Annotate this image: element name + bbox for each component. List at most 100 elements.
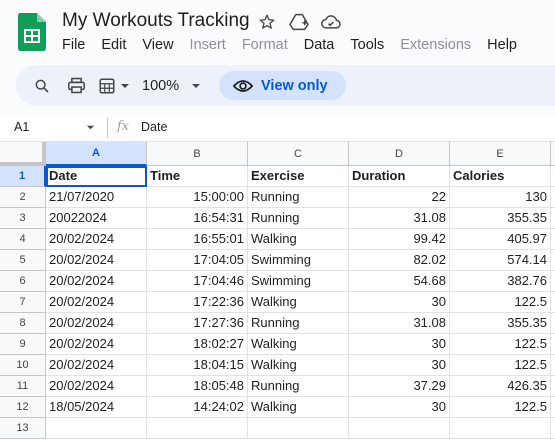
column-header-a[interactable]: A — [46, 142, 147, 166]
cell-f6[interactable] — [551, 271, 555, 292]
cell-e2[interactable]: 130 — [450, 187, 551, 208]
spreadsheet-grid[interactable]: A B C D E 1 Date Time Exercise Duration Calories 2 2… — [0, 142, 555, 443]
cell-d12[interactable]: 30 — [349, 397, 450, 418]
cell-c1[interactable]: Exercise — [248, 166, 349, 187]
cell-e8[interactable]: 355.35 — [450, 313, 551, 334]
row-header-7[interactable]: 7 — [0, 292, 46, 313]
cell-e4[interactable]: 405.97 — [450, 229, 551, 250]
row-header-13[interactable]: 13 — [0, 418, 46, 439]
menu-file[interactable]: File — [54, 37, 93, 53]
cell-e1[interactable]: Calories — [450, 166, 551, 187]
row-header-8[interactable]: 8 — [0, 313, 46, 334]
cell-f2[interactable] — [551, 187, 555, 208]
cell-b12[interactable]: 14:24:02 — [147, 397, 248, 418]
cell-a3[interactable]: 20022024 — [46, 208, 147, 229]
cell-d4[interactable]: 99.42 — [349, 229, 450, 250]
cell-b8[interactable]: 17:27:36 — [147, 313, 248, 334]
cell-e6[interactable]: 382.76 — [450, 271, 551, 292]
cloud-saved-icon[interactable] — [320, 11, 342, 33]
menu-tools[interactable]: Tools — [342, 37, 392, 53]
move-to-drive-icon[interactable] — [288, 11, 310, 33]
cell-b11[interactable]: 18:05:48 — [147, 376, 248, 397]
cell-d11[interactable]: 37.29 — [349, 376, 450, 397]
column-header-b[interactable]: B — [147, 142, 248, 166]
cell-c13[interactable] — [248, 418, 349, 439]
cell-c12[interactable]: Walking — [248, 397, 349, 418]
cell-a1[interactable]: Date — [46, 166, 147, 187]
cell-f11[interactable] — [551, 376, 555, 397]
cell-a6[interactable]: 20/02/2024 — [46, 271, 147, 292]
menu-view[interactable]: View — [134, 37, 181, 53]
cell-c10[interactable]: Walking — [248, 355, 349, 376]
name-box[interactable]: A1 — [14, 120, 29, 134]
cell-b5[interactable]: 17:04:05 — [147, 250, 248, 271]
cell-b9[interactable]: 18:02:27 — [147, 334, 248, 355]
row-header-12[interactable]: 12 — [0, 397, 46, 418]
cell-d6[interactable]: 54.68 — [349, 271, 450, 292]
cell-a10[interactable]: 20/02/2024 — [46, 355, 147, 376]
cell-c3[interactable]: Running — [248, 208, 349, 229]
column-header-f[interactable] — [551, 142, 555, 166]
cell-b7[interactable]: 17:22:36 — [147, 292, 248, 313]
cell-c2[interactable]: Running — [248, 187, 349, 208]
cell-b10[interactable]: 18:04:15 — [147, 355, 248, 376]
cell-d7[interactable]: 30 — [349, 292, 450, 313]
row-header-6[interactable]: 6 — [0, 271, 46, 292]
cell-d5[interactable]: 82.02 — [349, 250, 450, 271]
column-header-e[interactable]: E — [450, 142, 551, 166]
row-header-10[interactable]: 10 — [0, 355, 46, 376]
cell-b13[interactable] — [147, 418, 248, 439]
cell-a4[interactable]: 20/02/2024 — [46, 229, 147, 250]
cell-a13[interactable] — [46, 418, 147, 439]
cell-c8[interactable]: Running — [248, 313, 349, 334]
cell-d2[interactable]: 22 — [349, 187, 450, 208]
cell-b6[interactable]: 17:04:46 — [147, 271, 248, 292]
cell-c6[interactable]: Swimming — [248, 271, 349, 292]
cell-e10[interactable]: 122.5 — [450, 355, 551, 376]
cell-d9[interactable]: 30 — [349, 334, 450, 355]
cell-f4[interactable] — [551, 229, 555, 250]
zoom-chevron-down-icon[interactable] — [191, 65, 201, 106]
document-title[interactable]: My Workouts Tracking — [62, 10, 250, 32]
cell-c9[interactable]: Walking — [248, 334, 349, 355]
row-header-2[interactable]: 2 — [0, 187, 46, 208]
cell-a9[interactable]: 20/02/2024 — [46, 334, 147, 355]
cell-c4[interactable]: Walking — [248, 229, 349, 250]
cell-a11[interactable]: 20/02/2024 — [46, 376, 147, 397]
cell-c7[interactable]: Walking — [248, 292, 349, 313]
select-all-corner[interactable] — [0, 142, 46, 166]
cell-b3[interactable]: 16:54:31 — [147, 208, 248, 229]
cell-c5[interactable]: Swimming — [248, 250, 349, 271]
format-icon[interactable] — [98, 65, 116, 106]
cell-a12[interactable]: 18/05/2024 — [46, 397, 147, 418]
cell-a7[interactable]: 20/02/2024 — [46, 292, 147, 313]
print-icon[interactable] — [67, 65, 86, 106]
cell-a8[interactable]: 20/02/2024 — [46, 313, 147, 334]
cell-f3[interactable] — [551, 208, 555, 229]
cell-b1[interactable]: Time — [147, 166, 248, 187]
cell-c11[interactable]: Running — [248, 376, 349, 397]
cell-f10[interactable] — [551, 355, 555, 376]
cell-a2[interactable]: 21/07/2020 — [46, 187, 147, 208]
cell-e7[interactable]: 122.5 — [450, 292, 551, 313]
sheets-logo-icon[interactable] — [18, 13, 46, 51]
star-icon[interactable] — [256, 11, 278, 33]
cell-a5[interactable]: 20/02/2024 — [46, 250, 147, 271]
chevron-down-icon[interactable] — [120, 65, 130, 106]
cell-f9[interactable] — [551, 334, 555, 355]
cell-f13[interactable] — [551, 418, 555, 439]
cell-e5[interactable]: 574.14 — [450, 250, 551, 271]
zoom-select[interactable]: 100% — [142, 65, 179, 106]
row-header-9[interactable]: 9 — [0, 334, 46, 355]
cell-d8[interactable]: 31.08 — [349, 313, 450, 334]
row-header-4[interactable]: 4 — [0, 229, 46, 250]
menu-help[interactable]: Help — [479, 37, 525, 53]
cell-d10[interactable]: 30 — [349, 355, 450, 376]
search-icon[interactable] — [34, 65, 50, 106]
name-box-chevron-down-icon[interactable] — [86, 123, 95, 132]
cell-b2[interactable]: 15:00:00 — [147, 187, 248, 208]
row-header-3[interactable]: 3 — [0, 208, 46, 229]
cell-f7[interactable] — [551, 292, 555, 313]
row-header-5[interactable]: 5 — [0, 250, 46, 271]
column-header-c[interactable]: C — [248, 142, 349, 166]
